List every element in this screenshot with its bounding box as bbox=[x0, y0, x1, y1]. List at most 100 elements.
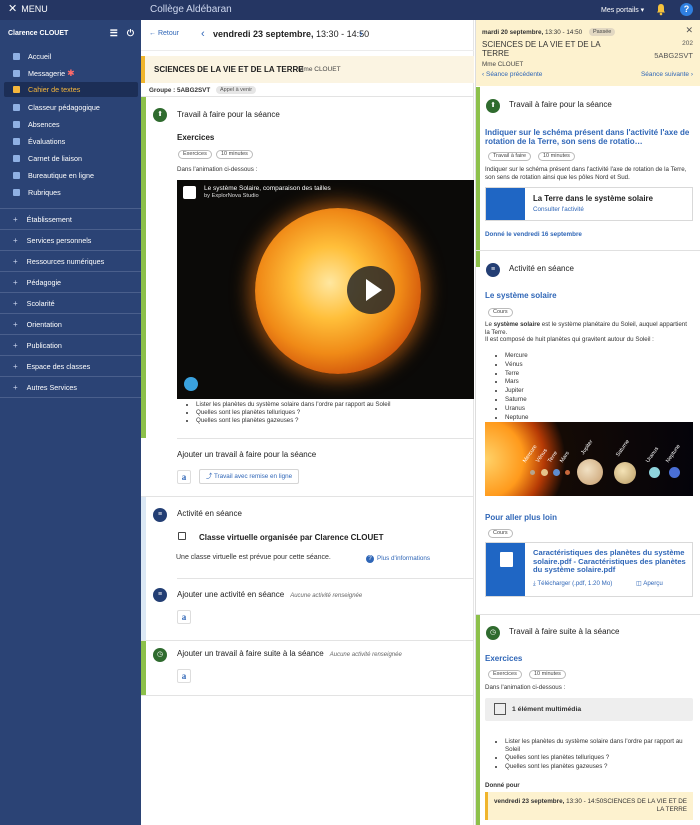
pdf-title[interactable]: Caractéristiques des planètes du système… bbox=[533, 548, 691, 575]
menu-label: MENU bbox=[21, 4, 48, 14]
remise-en-ligne-button[interactable]: ⤴ Travail avec remise en ligne bbox=[199, 469, 300, 484]
list-item: Lister les planètes du système solaire d… bbox=[196, 401, 390, 408]
rubric-icon bbox=[13, 189, 20, 196]
sidebar-item-messagerie[interactable]: Messagerie ✱ bbox=[4, 66, 138, 81]
sidebar-section-label: Autres Services bbox=[26, 382, 78, 392]
chevron-left-icon[interactable]: ‹ bbox=[201, 28, 205, 40]
sidebar-item-accueil[interactable]: Accueil bbox=[4, 49, 138, 64]
plus-icon: + bbox=[13, 214, 18, 224]
list-item: Neptune bbox=[505, 414, 528, 422]
sidebar-item-carnet[interactable]: Carnet de liaison bbox=[4, 151, 138, 166]
systeme-text-part: Le bbox=[485, 321, 494, 328]
sidebar-item-evaluations[interactable]: Évaluations bbox=[4, 134, 138, 149]
sidebar-section-pedagogie[interactable]: + Pédagogie bbox=[4, 274, 138, 290]
activite-title: Activité en séance bbox=[177, 509, 242, 518]
add-text-icon[interactable]: a bbox=[177, 610, 191, 624]
sidebar-item-label: Bureautique en ligne bbox=[28, 171, 94, 180]
link-icon bbox=[13, 155, 20, 162]
sidebar-section-autres[interactable]: + Autres Services bbox=[4, 379, 138, 395]
sidebar-divider bbox=[0, 376, 141, 377]
ajouter-travail-title: Ajouter un travail à faire pour la séanc… bbox=[177, 450, 317, 459]
panel-suite-title: Travail à faire suite à la séance bbox=[509, 627, 620, 636]
help-icon[interactable]: ? bbox=[680, 3, 693, 16]
sidebar-divider bbox=[0, 229, 141, 230]
sidebar-section-espace[interactable]: + Espace des classes bbox=[4, 358, 138, 374]
systeme-text-2: Il est composé de huit planètes qui grav… bbox=[485, 336, 654, 343]
sidebar-item-bureautique[interactable]: Bureautique en ligne bbox=[4, 168, 138, 183]
sidebar-section-label: Scolarité bbox=[26, 298, 55, 308]
exercices-chip: Exercices bbox=[178, 150, 212, 159]
sidebar-item-classeur[interactable]: Classeur pédagogique bbox=[4, 100, 138, 115]
divider bbox=[476, 250, 700, 251]
travail-link[interactable]: Indiquer sur le schéma présent dans l'ac… bbox=[485, 128, 693, 146]
subject-name: SCIENCES DE LA VIE ET DE LA TERRE bbox=[154, 65, 304, 74]
sidebar-item-absences[interactable]: Absences bbox=[4, 117, 138, 132]
monitor-icon bbox=[178, 532, 186, 540]
travail-accent bbox=[141, 97, 146, 438]
pdf-icon bbox=[500, 552, 513, 567]
terre-planet bbox=[553, 469, 560, 476]
sidebar-section-services[interactable]: + Services personnels bbox=[4, 232, 138, 248]
list-item: Quelles sont les planètes telluriques ? bbox=[505, 754, 695, 762]
sidebar-item-label: Absences bbox=[28, 120, 60, 129]
planet-label: Neptune bbox=[665, 443, 682, 464]
cube-icon[interactable] bbox=[184, 377, 198, 391]
virtual-class-desc: Une classe virtuelle est prévue pour cet… bbox=[176, 554, 331, 561]
session-main: ← Retour ‹ vendredi 23 septembre, 13:30 … bbox=[141, 20, 474, 825]
donne-card-subject: SCIENCES DE LA VIE ET DE LA TERRE bbox=[603, 798, 687, 813]
consult-activity-link[interactable]: Consulter l'activité bbox=[533, 206, 584, 213]
sidebar-section-label: Espace des classes bbox=[26, 361, 91, 371]
sidebar-divider bbox=[0, 313, 141, 314]
plus-icon: + bbox=[13, 340, 18, 350]
list-item: Quelles sont les planètes gazeuses ? bbox=[196, 417, 390, 424]
next-session-link[interactable]: Séance suivante › bbox=[641, 71, 693, 78]
close-icon[interactable]: ✕ bbox=[685, 25, 693, 36]
user-name: Clarence CLOUET bbox=[8, 30, 69, 37]
menu-toggle-button[interactable]: ✕ MENU bbox=[8, 4, 48, 15]
activity-card[interactable]: La Terre dans le système solaire Consult… bbox=[485, 187, 693, 221]
panel-travail-title: Travail à faire pour la séance bbox=[509, 100, 612, 109]
video-player[interactable]: Le système Solaire, comparaison des tail… bbox=[177, 180, 474, 399]
sidebar-section-etablissement[interactable]: + Établissement bbox=[4, 211, 138, 227]
question-list: Lister les planètes du système solaire d… bbox=[186, 401, 390, 425]
donne-pour-card[interactable]: vendredi 23 septembre, 13:30 - 14:50 SCI… bbox=[485, 792, 693, 820]
sidebar-section-label: Orientation bbox=[26, 319, 62, 329]
sidebar-section-scolarite[interactable]: + Scolarité bbox=[4, 295, 138, 311]
previous-session-link[interactable]: ‹ Séance précédente bbox=[482, 71, 542, 78]
more-info-link[interactable]: ? Plus d'informations bbox=[366, 555, 430, 563]
systeme-solaire-link[interactable]: Le système solaire bbox=[485, 291, 557, 300]
pdf-file-box bbox=[486, 543, 525, 596]
list-item: Quelles sont les planètes telluriques ? bbox=[196, 409, 390, 416]
plus-icon: + bbox=[13, 256, 18, 266]
sidebar-divider bbox=[0, 334, 141, 335]
plus-icon: + bbox=[13, 361, 18, 371]
back-link[interactable]: ← Retour bbox=[149, 30, 179, 37]
download-link[interactable]: ⤓ Télécharger (.pdf, 1.20 Mo) bbox=[533, 580, 612, 588]
settings-icon[interactable]: ☰ bbox=[110, 28, 118, 39]
panel-activite-title: Activité en séance bbox=[509, 264, 574, 273]
chevron-right-icon[interactable]: › bbox=[359, 28, 363, 40]
play-icon[interactable] bbox=[347, 266, 395, 314]
sidebar-item-rubriques[interactable]: Rubriques bbox=[4, 185, 138, 200]
pdf-card[interactable]: Caractéristiques des planètes du système… bbox=[485, 542, 693, 597]
appel-badge: Appel à venir bbox=[216, 86, 257, 94]
bell-icon[interactable] bbox=[655, 3, 667, 16]
preview-link[interactable]: ◫ Aperçu bbox=[636, 580, 663, 587]
sidebar-item-cahier-de-textes[interactable]: Cahier de textes bbox=[4, 82, 138, 97]
studio-logo-icon bbox=[183, 186, 196, 199]
sidebar-section-ressources[interactable]: + Ressources numériques bbox=[4, 253, 138, 269]
sidebar-section-label: Services personnels bbox=[26, 235, 92, 245]
add-text-icon[interactable]: a bbox=[177, 470, 191, 484]
travail-accent bbox=[476, 87, 480, 267]
sidebar-section-publication[interactable]: + Publication bbox=[4, 337, 138, 353]
multimedia-box[interactable]: 1 élément multimédia bbox=[485, 698, 693, 721]
power-icon[interactable]: ⏻ bbox=[127, 28, 134, 39]
home-icon bbox=[13, 53, 20, 60]
sidebar-section-orientation[interactable]: + Orientation bbox=[4, 316, 138, 332]
portails-dropdown[interactable]: Mes portails bbox=[601, 6, 644, 14]
venus-planet bbox=[541, 469, 548, 476]
planet-label: Mars bbox=[559, 450, 572, 464]
add-text-icon[interactable]: a bbox=[177, 669, 191, 683]
previous-label: Séance précédente bbox=[485, 71, 543, 78]
sidebar-item-label: Évaluations bbox=[28, 137, 66, 146]
